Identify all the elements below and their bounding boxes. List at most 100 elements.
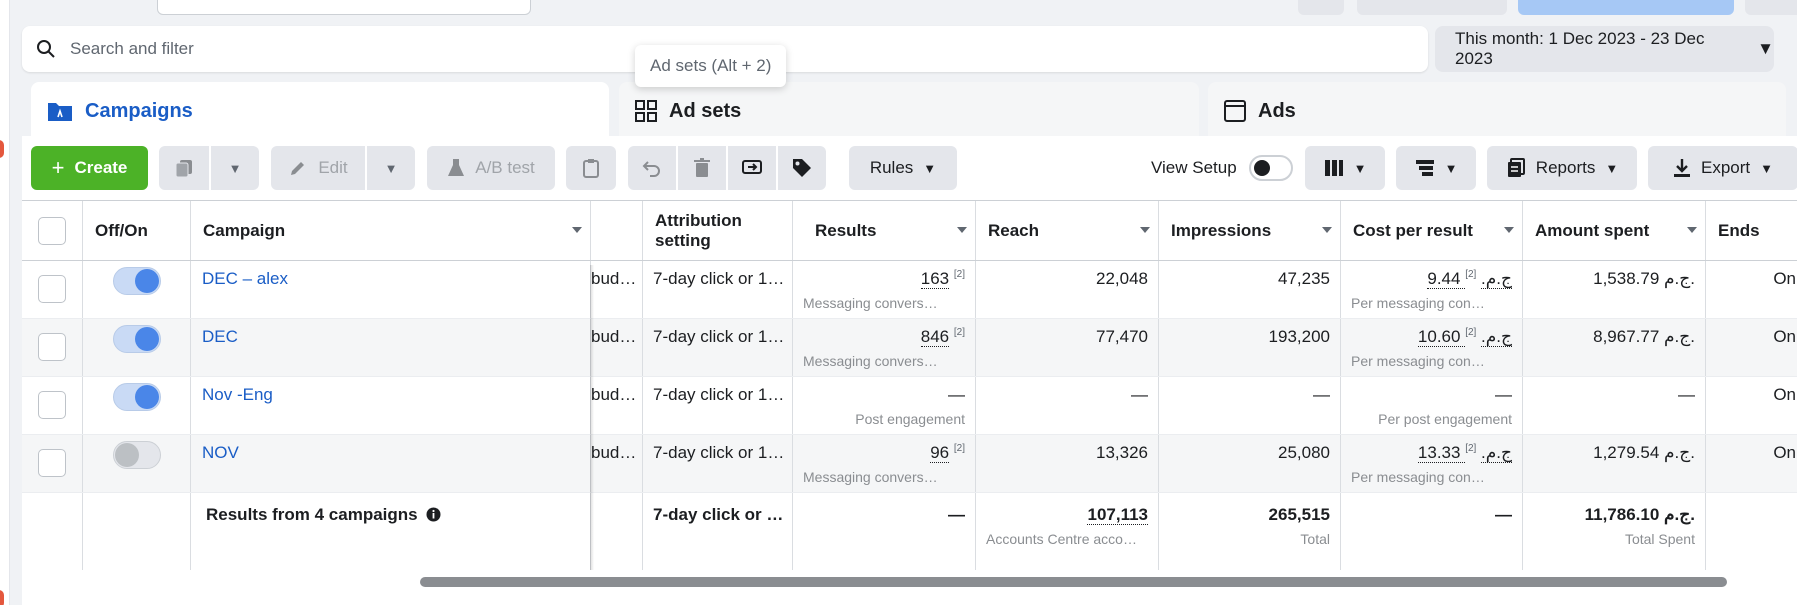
tab-campaigns[interactable]: Campaigns <box>31 82 609 140</box>
row-select[interactable] <box>22 377 83 434</box>
create-button[interactable]: + Create <box>31 146 148 190</box>
campaign-name-link[interactable]: DEC – alex <box>191 261 591 318</box>
edit-menu-button[interactable]: ▼ <box>367 146 415 190</box>
columns-button[interactable]: ▼ <box>1305 146 1385 190</box>
date-range-picker[interactable]: This month: 1 Dec 2023 - 23 Dec 2023 ▼ <box>1435 26 1774 72</box>
delete-button[interactable] <box>678 146 726 190</box>
totals-results: — <box>793 493 976 570</box>
campaign-name-link[interactable]: Nov -Eng <box>191 377 591 434</box>
header-attribution[interactable]: Attribution setting <box>643 201 793 260</box>
cpr-value[interactable]: — <box>1495 385 1512 404</box>
table-row[interactable]: DEC bud… 7-day click or 1… 846 [2] Messaging… <box>22 319 1797 377</box>
cpr-footnote: [2] <box>1465 443 1477 454</box>
header-impressions-label: Impressions <box>1171 220 1272 240</box>
row-toggle-cell[interactable] <box>83 377 191 434</box>
sort-icon[interactable] <box>1322 227 1332 233</box>
campaign-toggle[interactable] <box>112 267 161 295</box>
caret-down-icon: ▼ <box>1605 160 1619 176</box>
caret-down-icon: ▼ <box>923 160 937 176</box>
scrollbar-thumb[interactable] <box>420 577 1727 587</box>
rules-button[interactable]: Rules ▼ <box>849 146 957 190</box>
row-checkbox[interactable] <box>38 275 66 303</box>
campaign-toggle[interactable] <box>112 325 161 353</box>
tag-button[interactable] <box>778 146 826 190</box>
sort-icon[interactable] <box>957 227 967 233</box>
row-checkbox[interactable] <box>38 333 66 361</box>
view-setup-switch[interactable] <box>1248 155 1293 181</box>
breakdown-icon <box>1415 160 1434 176</box>
export-label: Export <box>1700 158 1751 177</box>
results-cell: 96 [2] Messaging convers… <box>793 435 976 492</box>
discard-button[interactable] <box>1357 0 1507 15</box>
cpr-footnote: [2] <box>1465 269 1477 280</box>
header-cost-per-result[interactable]: Cost per result <box>1341 201 1523 260</box>
sort-icon[interactable] <box>1140 227 1150 233</box>
table-row[interactable]: DEC – alex bud… 7-day click or 1… 163 [2] Me… <box>22 261 1797 319</box>
sort-icon[interactable] <box>1687 227 1697 233</box>
results-value[interactable]: 846 <box>920 327 950 347</box>
sort-icon[interactable] <box>572 227 582 233</box>
clipboard-button[interactable] <box>566 146 616 190</box>
tab-ads[interactable]: Ads <box>1208 82 1786 140</box>
results-value[interactable]: 163 <box>920 269 950 289</box>
totals-reach-sub: Accounts Centre acco… <box>986 531 1137 547</box>
export-button[interactable]: Export ▼ <box>1648 146 1797 190</box>
breakdown-button[interactable]: ▼ <box>1396 146 1476 190</box>
horizontal-scrollbar[interactable] <box>22 574 1797 588</box>
tab-ad-sets[interactable]: Ad sets <box>619 82 1199 140</box>
header-campaign[interactable]: Campaign <box>191 201 591 260</box>
results-sub: Post engagement <box>855 411 965 427</box>
search-input[interactable]: Search and filter <box>70 39 194 59</box>
tab-label: Campaigns <box>85 99 193 122</box>
header-ends[interactable]: Ends <box>1706 201 1797 260</box>
header-off-on: Off/On <box>83 201 191 260</box>
header-select-all[interactable] <box>22 201 83 260</box>
undo-button[interactable] <box>628 146 676 190</box>
row-toggle-cell[interactable] <box>83 319 191 376</box>
results-value[interactable]: — <box>948 385 965 404</box>
plus-icon: + <box>51 155 65 180</box>
ab-test-button[interactable]: A/B test <box>427 146 555 190</box>
more-button[interactable] <box>1745 0 1797 15</box>
info-icon[interactable] <box>426 507 441 522</box>
campaign-selector[interactable] <box>157 0 531 15</box>
campaign-toggle[interactable] <box>112 441 161 469</box>
refresh-button[interactable] <box>1298 0 1344 15</box>
row-checkbox[interactable] <box>38 449 66 477</box>
results-cell: 846 [2] Messaging convers… <box>793 319 976 376</box>
results-cell: 163 [2] Messaging convers… <box>793 261 976 318</box>
duplicate-button[interactable] <box>159 146 209 190</box>
row-select[interactable] <box>22 435 83 492</box>
table-row[interactable]: NOV bud… 7-day click or 1… 96 [2] Messaging … <box>22 435 1797 493</box>
reports-button[interactable]: Reports ▼ <box>1487 146 1637 190</box>
row-checkbox[interactable] <box>38 391 66 419</box>
results-value[interactable]: 96 <box>930 443 950 463</box>
review-publish-button[interactable] <box>1518 0 1734 15</box>
row-select[interactable] <box>22 319 83 376</box>
table-row[interactable]: Nov -Eng bud… 7-day click or 1… — Post enga… <box>22 377 1797 435</box>
attribution-cell: 7-day click or 1… <box>643 261 793 318</box>
budget-cell: bud… <box>591 319 643 376</box>
header-campaign-label: Campaign <box>203 220 286 240</box>
campaign-name-link[interactable]: NOV <box>191 435 591 492</box>
cpr-sub: Per messaging con… <box>1351 353 1485 369</box>
export-data-button[interactable] <box>728 146 776 190</box>
impressions-cell: 47,235 <box>1159 261 1341 318</box>
edit-button[interactable]: Edit <box>271 146 365 190</box>
view-setup-toggle[interactable]: View Setup <box>1151 146 1293 190</box>
row-toggle-cell[interactable] <box>83 261 191 318</box>
totals-reach-value: 107,113 <box>1087 505 1148 525</box>
header-amount-spent[interactable]: Amount spent <box>1523 201 1706 260</box>
sort-icon[interactable] <box>1504 227 1514 233</box>
campaign-name-link[interactable]: DEC <box>191 319 591 376</box>
header-reach[interactable]: Reach <box>976 201 1159 260</box>
row-toggle-cell[interactable] <box>83 435 191 492</box>
row-select[interactable] <box>22 261 83 318</box>
header-impressions[interactable]: Impressions <box>1159 201 1341 260</box>
duplicate-menu-button[interactable]: ▼ <box>211 146 259 190</box>
header-results[interactable]: Results <box>793 201 976 260</box>
select-all-checkbox[interactable] <box>38 216 66 245</box>
totals-label-text: Results from 4 campaigns <box>206 505 418 524</box>
campaign-toggle[interactable] <box>112 383 161 411</box>
results-sub: Messaging convers… <box>803 295 938 311</box>
